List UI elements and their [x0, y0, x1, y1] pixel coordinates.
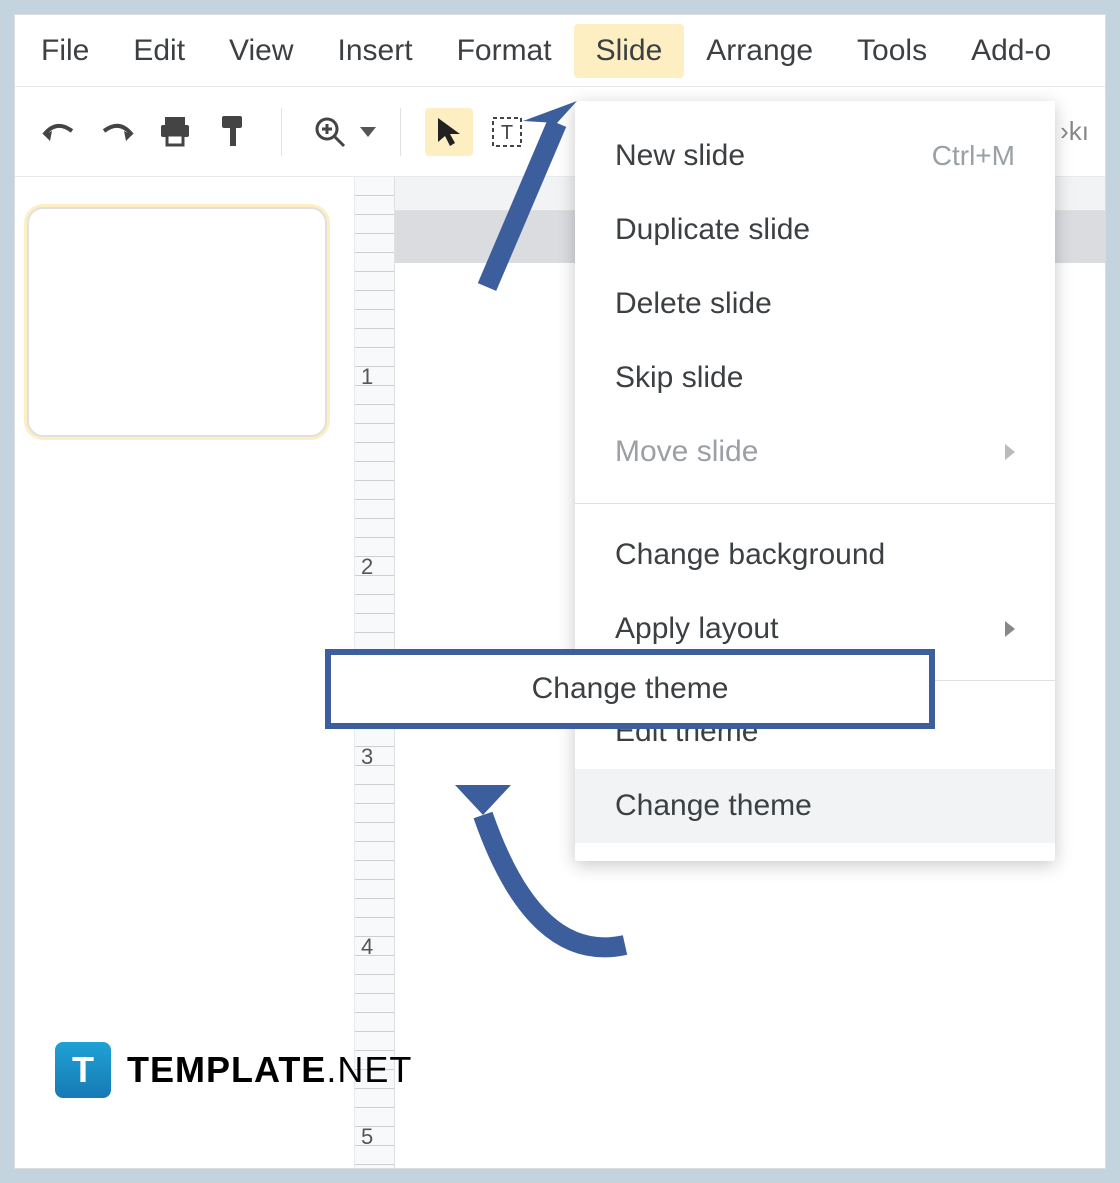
- menu-item-label: Apply layout: [615, 612, 778, 646]
- menu-tools[interactable]: Tools: [835, 24, 949, 78]
- zoom-menu[interactable]: [306, 108, 376, 156]
- redo-button[interactable]: [93, 108, 141, 156]
- ruler-label: 3: [361, 744, 373, 770]
- menu-insert[interactable]: Insert: [316, 24, 435, 78]
- undo-button[interactable]: [35, 108, 83, 156]
- menu-item-label: New slide: [615, 139, 745, 173]
- annotation-callout: Change theme: [325, 649, 935, 729]
- slide-menu-dropdown: New slide Ctrl+M Duplicate slide Delete sli…: [575, 101, 1055, 861]
- menu-item-duplicate-slide[interactable]: Duplicate slide: [575, 193, 1055, 267]
- toolbar-truncated-text: ›kı: [1060, 116, 1095, 147]
- menu-edit[interactable]: Edit: [111, 24, 207, 78]
- menu-item-shortcut: Ctrl+M: [932, 140, 1015, 172]
- toolbar-separator: [281, 108, 282, 156]
- menu-arrange[interactable]: Arrange: [684, 24, 835, 78]
- menu-format[interactable]: Format: [435, 24, 574, 78]
- submenu-arrow-icon: [1005, 621, 1015, 637]
- menu-item-label: Duplicate slide: [615, 213, 810, 247]
- menu-add-o[interactable]: Add-o: [949, 24, 1073, 78]
- toolbar-separator: [400, 108, 401, 156]
- print-button[interactable]: [151, 108, 199, 156]
- menu-item-label: Delete slide: [615, 287, 772, 321]
- ruler-label: 4: [361, 934, 373, 960]
- annotation-callout-text: Change theme: [532, 672, 729, 706]
- watermark-text: TEMPLATE.NET: [127, 1049, 412, 1091]
- google-slides-window: FileEditViewInsertFormatSlideArrangeTool…: [14, 14, 1106, 1169]
- menu-item-change-theme[interactable]: Change theme: [575, 769, 1055, 843]
- menu-file[interactable]: File: [19, 24, 111, 78]
- chevron-down-icon: [360, 127, 376, 137]
- menu-item-label: Change background: [615, 538, 885, 572]
- ruler-label: 2: [361, 554, 373, 580]
- svg-text:T: T: [501, 122, 513, 144]
- menu-item-label: Skip slide: [615, 361, 743, 395]
- menu-item-delete-slide[interactable]: Delete slide: [575, 267, 1055, 341]
- menu-slide[interactable]: Slide: [574, 24, 685, 78]
- watermark-badge: T: [55, 1042, 111, 1098]
- menu-item-label: Change theme: [615, 789, 812, 823]
- menu-item-move-slide: Move slide: [575, 415, 1055, 489]
- watermark: T TEMPLATE.NET: [55, 1042, 412, 1098]
- slide-thumbnail[interactable]: [27, 207, 327, 437]
- menu-item-change-background[interactable]: Change background: [575, 518, 1055, 592]
- menu-item-skip-slide[interactable]: Skip slide: [575, 341, 1055, 415]
- select-tool[interactable]: [425, 108, 473, 156]
- submenu-arrow-icon: [1005, 444, 1015, 460]
- menu-item-label: Move slide: [615, 435, 758, 469]
- textbox-tool[interactable]: T: [483, 108, 531, 156]
- menu-separator: [575, 503, 1055, 504]
- menu-bar: FileEditViewInsertFormatSlideArrangeTool…: [15, 15, 1105, 87]
- menu-item-new-slide[interactable]: New slide Ctrl+M: [575, 119, 1055, 193]
- ruler-label: 1: [361, 364, 373, 390]
- ruler-label: 5: [361, 1124, 373, 1150]
- paint-format-button[interactable]: [209, 108, 257, 156]
- slide-thumbnail-panel: [15, 177, 355, 1168]
- menu-view[interactable]: View: [207, 24, 315, 78]
- zoom-icon: [306, 108, 354, 156]
